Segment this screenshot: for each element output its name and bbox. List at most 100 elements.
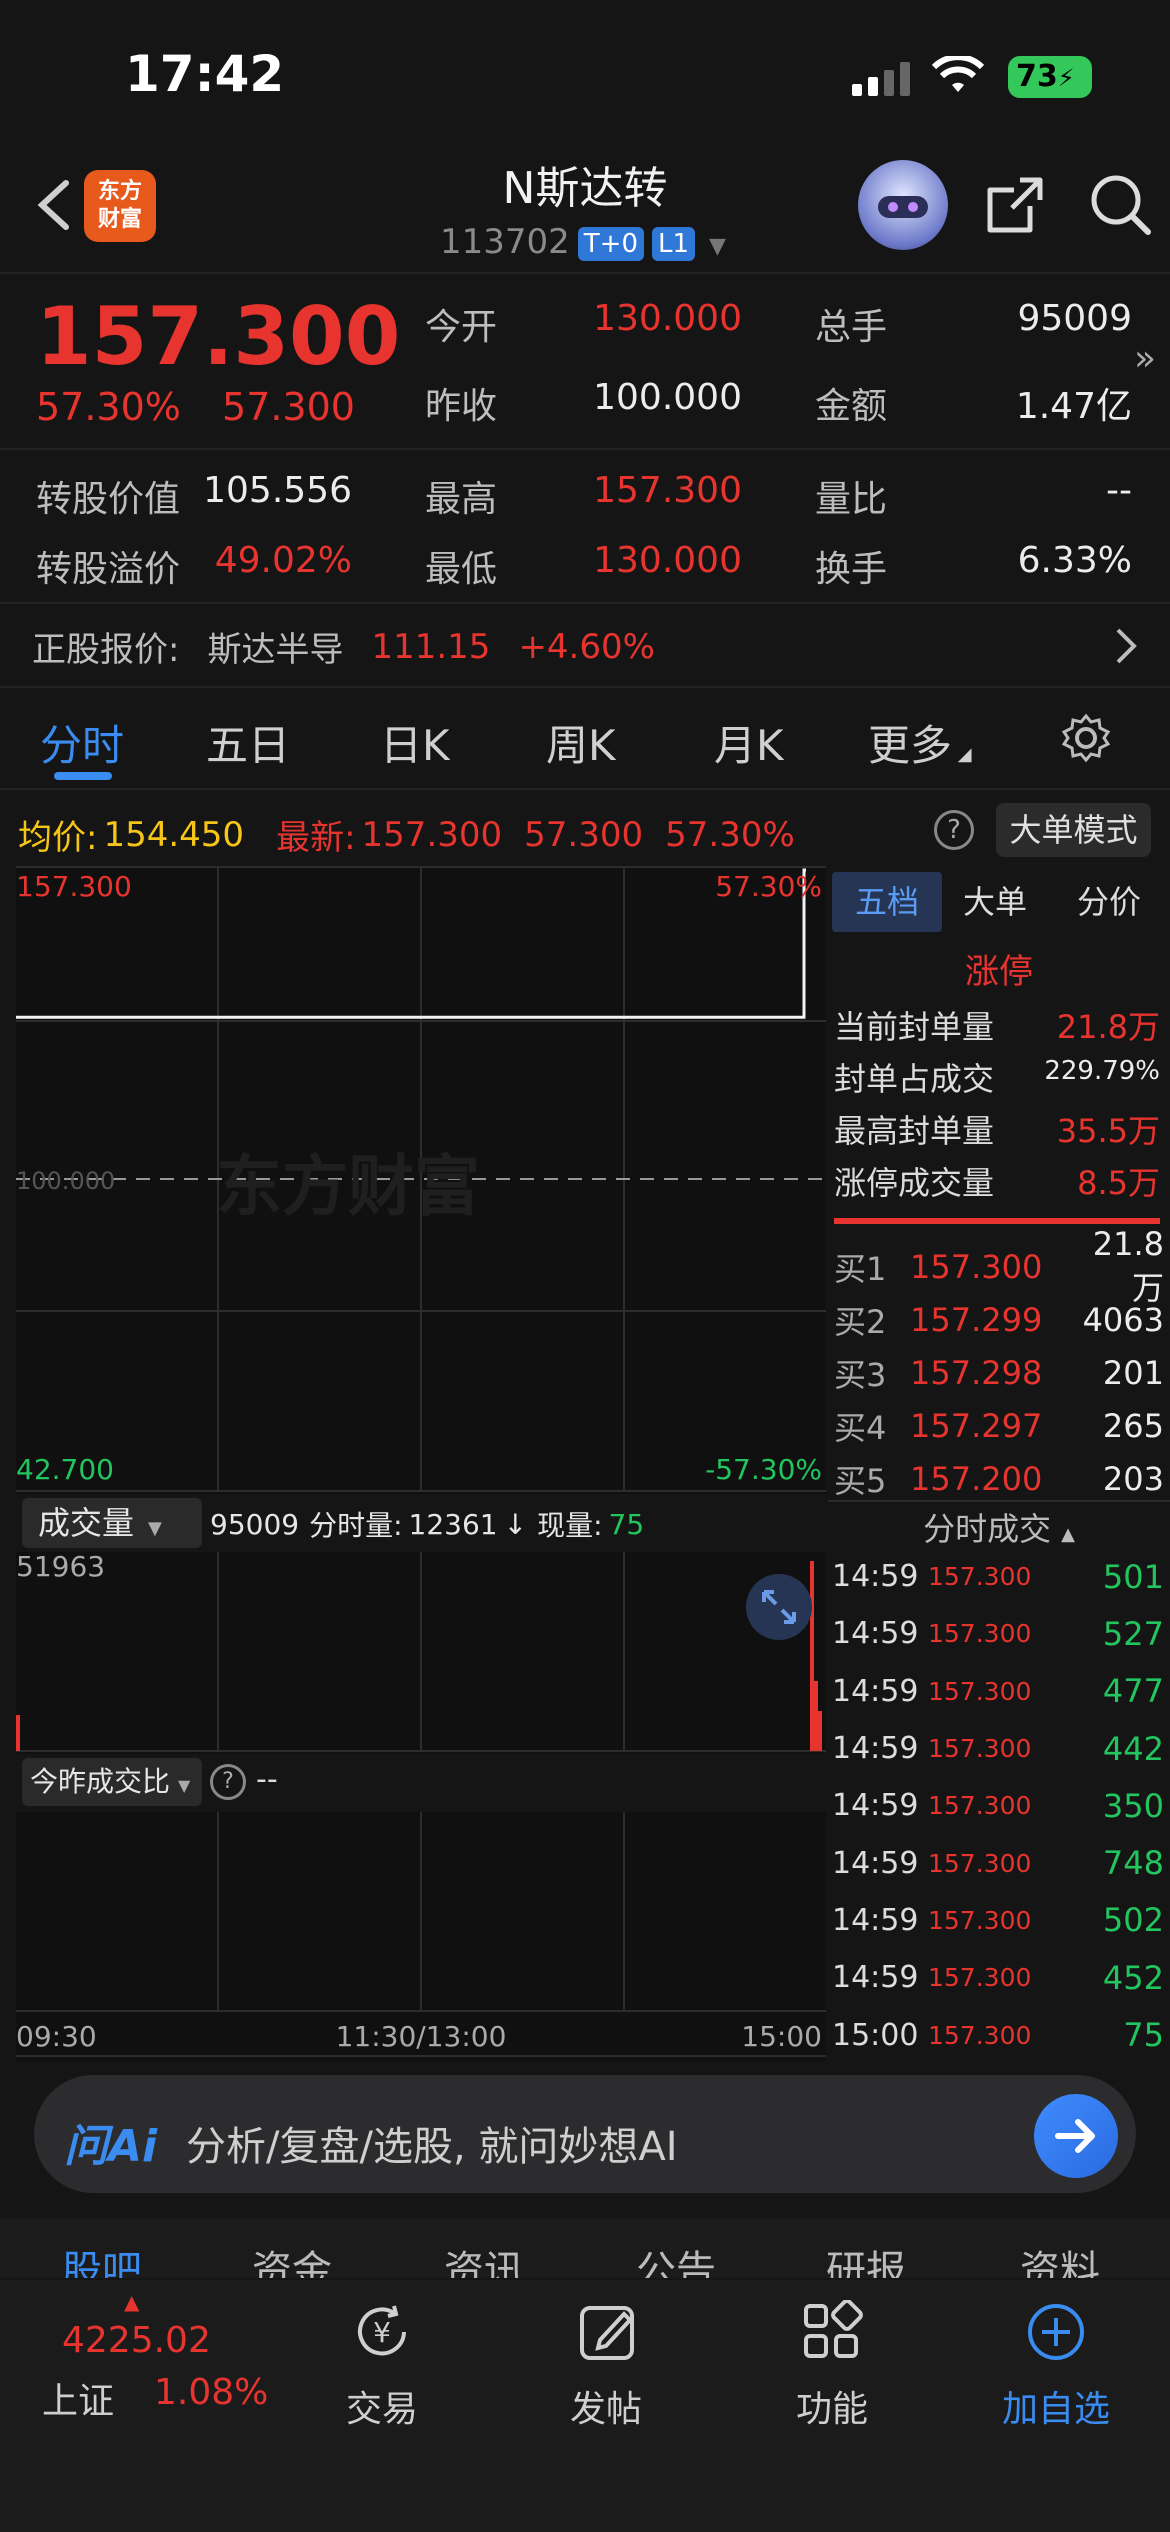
- signal-icon: [852, 62, 916, 96]
- battery-level: 73: [1016, 59, 1058, 94]
- tick-time: 14:59: [832, 1902, 919, 1938]
- conv-value: 105.556: [203, 470, 352, 511]
- seal-ratio-value: 229.79%: [1044, 1056, 1160, 1086]
- ai-logo: 问Ai: [64, 2121, 158, 2172]
- index-value[interactable]: 4225.02: [62, 2320, 211, 2361]
- volume-selector-label: 成交量: [38, 1504, 135, 1542]
- tick-row: 14:59 157.300 350: [832, 1777, 1164, 1834]
- chevron-right-icon[interactable]: [1114, 626, 1138, 670]
- tick-price: 157.300: [928, 1734, 1032, 1764]
- ratio-selector[interactable]: 今昨成交比 ▼: [22, 1758, 202, 1806]
- settings-gear-icon[interactable]: [1060, 712, 1112, 764]
- stock-code-line: 113702 T+0 L1 ▼: [440, 222, 726, 262]
- time-mid: 11:30/13:00: [336, 2020, 507, 2053]
- trade-label[interactable]: 交易: [292, 2380, 472, 2432]
- underlying-label: 正股报价:: [32, 630, 180, 670]
- bid-row: 买4 157.297 265: [834, 1399, 1164, 1452]
- functions-label[interactable]: 功能: [742, 2380, 922, 2432]
- tick-time: 14:59: [832, 1616, 919, 1652]
- vol-max-label: 51963: [16, 1550, 105, 1583]
- avg-label: 均价:: [18, 818, 98, 858]
- vol-total: 95009: [210, 1507, 300, 1541]
- y-bottom-pct: -57.30%: [705, 1453, 822, 1486]
- add-watchlist-label[interactable]: 加自选: [966, 2380, 1146, 2432]
- high-label: 最高: [425, 479, 498, 520]
- intraday-chart[interactable]: 东方财富 157.300 57.30% 42.700 -57.30% 100.0…: [16, 866, 826, 2061]
- help-icon[interactable]: ?: [934, 810, 974, 850]
- chevron-down-icon[interactable]: ▼: [709, 234, 726, 259]
- index-name: 上证: [42, 2381, 115, 2422]
- functions-icon[interactable]: [800, 2299, 864, 2364]
- tab-funds[interactable]: 资金: [252, 2238, 332, 2278]
- tab-weekly-k[interactable]: 周K: [546, 712, 616, 773]
- high-value: 157.300: [593, 470, 742, 511]
- premium-value: 49.02%: [214, 540, 352, 581]
- max-seal-value: 35.5万: [1056, 1112, 1160, 1150]
- low-value: 130.000: [593, 540, 742, 581]
- svg-text:¥: ¥: [373, 2316, 391, 2349]
- tab-news[interactable]: 资讯: [444, 2238, 524, 2278]
- volume-selector[interactable]: 成交量 ▼: [22, 1498, 202, 1548]
- tick-time: 14:59: [832, 1960, 919, 1996]
- tab-level5[interactable]: 五档: [832, 872, 942, 932]
- chevron-right-icon[interactable]: »: [1134, 338, 1156, 379]
- search-icon[interactable]: [1086, 170, 1156, 240]
- bid-price: 157.299: [910, 1300, 1043, 1339]
- amount-value: 1.47亿: [1015, 386, 1132, 427]
- tick-price: 157.300: [928, 1562, 1032, 1592]
- tab-intraday[interactable]: 分时: [40, 712, 124, 773]
- bid-list: 买1 157.300 21.8万 买2 157.299 4063 买3 157.298 20…: [834, 1225, 1164, 1505]
- tab-5day[interactable]: 五日: [206, 712, 290, 773]
- change-amount: 57.300: [222, 385, 355, 429]
- bid-label: 买3: [834, 1355, 887, 1394]
- last-price: 157.300: [36, 290, 401, 383]
- robot-avatar-icon[interactable]: [858, 160, 948, 250]
- underlying-name: 斯达半导: [207, 630, 344, 670]
- tab-daily-k[interactable]: 日K: [380, 712, 450, 773]
- tick-list: 14:59 157.300 501 14:59 157.300 527 14:59 157…: [832, 1548, 1164, 2064]
- ticks-title[interactable]: 分时成交 ▲: [828, 1504, 1170, 1550]
- y-mid-price: 100.000: [16, 1167, 115, 1195]
- index-pct: 1.08%: [154, 2372, 269, 2413]
- limit-vol-label: 涨停成交量: [834, 1164, 995, 1202]
- change-percent: 57.30%: [36, 385, 181, 429]
- trade-icon[interactable]: ¥: [350, 2300, 414, 2364]
- tab-research[interactable]: 研报: [826, 2238, 906, 2278]
- tab-profile[interactable]: 资料: [1020, 2238, 1100, 2278]
- bid-price: 157.297: [910, 1406, 1043, 1445]
- latest-label: 最新:: [276, 818, 356, 858]
- big-order-mode-button[interactable]: 大单模式: [996, 803, 1151, 857]
- tab-price-dist[interactable]: 分价: [1050, 872, 1168, 932]
- premium-label: 转股溢价: [36, 549, 181, 590]
- latest-pct: 57.30%: [665, 814, 795, 855]
- tab-more[interactable]: 更多 ◢: [868, 712, 972, 773]
- bid-price: 157.200: [910, 1459, 1043, 1498]
- post-icon[interactable]: [576, 2300, 640, 2364]
- open-label: 今开: [425, 307, 498, 348]
- bid-row: 买3 157.298 201: [834, 1346, 1164, 1399]
- tab-guba[interactable]: 股吧: [62, 2238, 142, 2278]
- help-icon[interactable]: ?: [210, 1764, 246, 1800]
- tab-monthly-k[interactable]: 月K: [714, 712, 784, 773]
- tick-price: 157.300: [928, 1676, 1032, 1706]
- share-icon[interactable]: [982, 172, 1048, 238]
- arrow-right-icon[interactable]: [1034, 2094, 1118, 2178]
- avg-value: 154.450: [103, 814, 245, 855]
- latest-chg: 57.300: [524, 814, 644, 855]
- expand-icon[interactable]: [746, 1574, 812, 1640]
- tick-price: 157.300: [928, 1963, 1032, 1993]
- tick-time: 14:59: [832, 1673, 919, 1709]
- bid-volume: 4063: [1082, 1300, 1164, 1339]
- add-watchlist-icon[interactable]: [1024, 2300, 1088, 2364]
- seal-label: 当前封单量: [834, 1008, 995, 1046]
- post-label[interactable]: 发帖: [516, 2380, 696, 2432]
- bid-price: 157.298: [910, 1353, 1043, 1392]
- prev-close-value: 100.000: [593, 377, 742, 418]
- tick-price: 157.300: [928, 1848, 1032, 1878]
- turnover-label: 换手: [815, 549, 888, 590]
- tab-big-order[interactable]: 大单: [940, 872, 1050, 932]
- tab-announcements[interactable]: 公告: [636, 2238, 716, 2278]
- tick-time: 15:00: [832, 2017, 919, 2053]
- tick-row: 14:59 157.300 452: [832, 1949, 1164, 2006]
- tick-volume: 527: [1102, 1614, 1164, 1653]
